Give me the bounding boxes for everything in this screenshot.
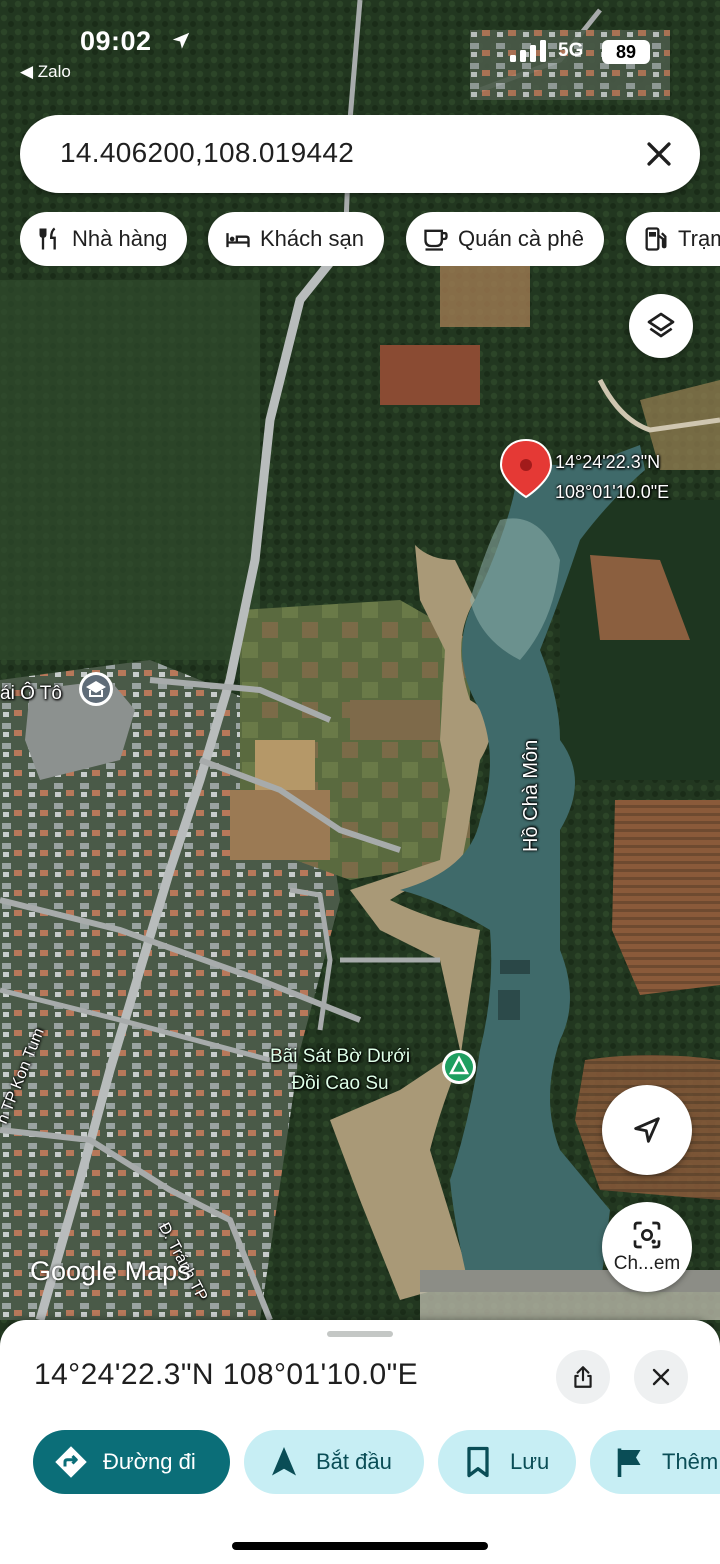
save-label: Lưu xyxy=(510,1449,550,1474)
status-bar: 09:02 ◀ Zalo 5G 89 xyxy=(0,0,720,90)
directions-icon xyxy=(55,1446,87,1478)
status-time: 09:02 xyxy=(80,26,152,56)
directions-button[interactable]: Đường đi xyxy=(33,1430,230,1494)
lens-label: Ch...em xyxy=(613,1253,681,1274)
layers-button[interactable] xyxy=(629,294,693,358)
more-button[interactable]: Thêm xyxy=(590,1430,720,1494)
start-label: Bắt đầu xyxy=(316,1449,392,1474)
lake-label[interactable]: Hồ Chà Môn xyxy=(520,740,543,852)
category-chips: Nhà hàng Khách sạn Quán cà phê Trạm xyxy=(20,212,720,266)
bookmark-icon xyxy=(467,1446,489,1478)
start-button[interactable]: Bắt đầu xyxy=(244,1430,424,1494)
my-location-button[interactable] xyxy=(602,1085,692,1175)
home-indicator[interactable] xyxy=(232,1542,488,1550)
chip-label: Nhà hàng xyxy=(72,226,168,251)
chip-cafes[interactable]: Quán cà phê xyxy=(406,212,604,266)
layers-icon xyxy=(647,312,675,338)
close-icon[interactable] xyxy=(642,137,676,171)
back-to-app-link[interactable]: ◀ Zalo xyxy=(20,62,71,82)
location-services-icon xyxy=(172,32,190,49)
battery-indicator: 89 xyxy=(602,40,650,64)
pin-coordinates: 14°24'22.3"N 108°01'10.0"E xyxy=(555,447,669,507)
chip-hotels[interactable]: Khách sạn xyxy=(208,212,384,266)
camera-search-icon xyxy=(633,1221,661,1249)
lens-button[interactable]: Ch...em xyxy=(602,1202,692,1292)
search-bar[interactable]: 14.406200,108.019442 xyxy=(20,115,700,193)
park-label-line2: Đồi Cao Su xyxy=(291,1073,389,1094)
navigation-start-icon xyxy=(272,1447,296,1476)
hotel-icon xyxy=(226,233,250,248)
cellular-signal-icon xyxy=(510,40,546,62)
network-type: 5G xyxy=(558,40,584,61)
search-query[interactable]: 14.406200,108.019442 xyxy=(60,137,354,169)
navigation-arrow-icon xyxy=(634,1117,660,1143)
place-bottom-sheet[interactable]: 14°24'22.3"N 108°01'10.0"E Đường đi Bắt … xyxy=(0,1320,720,1564)
close-sheet-button[interactable] xyxy=(634,1350,688,1404)
chip-restaurants[interactable]: Nhà hàng xyxy=(20,212,188,266)
park-label-line1: Bãi Sát Bờ Dưới xyxy=(270,1046,411,1067)
pin-lng: 108°01'10.0"E xyxy=(555,482,670,502)
chip-gas-stations[interactable]: Trạm xyxy=(626,212,720,266)
chip-label: Khách sạn xyxy=(260,226,364,251)
coffee-icon xyxy=(424,229,448,251)
flag-icon xyxy=(617,1448,641,1477)
chip-label: Trạm xyxy=(678,226,720,251)
drag-handle[interactable] xyxy=(327,1331,393,1337)
park-label[interactable]: Bãi Sát Bờ Dưới Đồi Cao Su xyxy=(270,1043,410,1097)
directions-label: Đường đi xyxy=(103,1449,196,1474)
school-label[interactable]: ái Ô Tô xyxy=(0,683,62,705)
google-maps-logo: Google Maps xyxy=(30,1256,191,1286)
place-title: 14°24'22.3"N 108°01'10.0"E xyxy=(34,1358,419,1391)
share-icon xyxy=(574,1366,592,1388)
gas-station-icon xyxy=(645,227,667,251)
more-label: Thêm xyxy=(662,1449,719,1474)
save-button[interactable]: Lưu xyxy=(438,1430,576,1494)
school-marker[interactable] xyxy=(79,672,113,706)
restaurant-icon xyxy=(39,227,56,250)
close-icon xyxy=(652,1368,670,1386)
park-marker[interactable] xyxy=(442,1050,476,1084)
chip-label: Quán cà phê xyxy=(458,226,584,251)
share-button[interactable] xyxy=(556,1350,610,1404)
pin-lat: 14°24'22.3"N xyxy=(555,452,661,472)
